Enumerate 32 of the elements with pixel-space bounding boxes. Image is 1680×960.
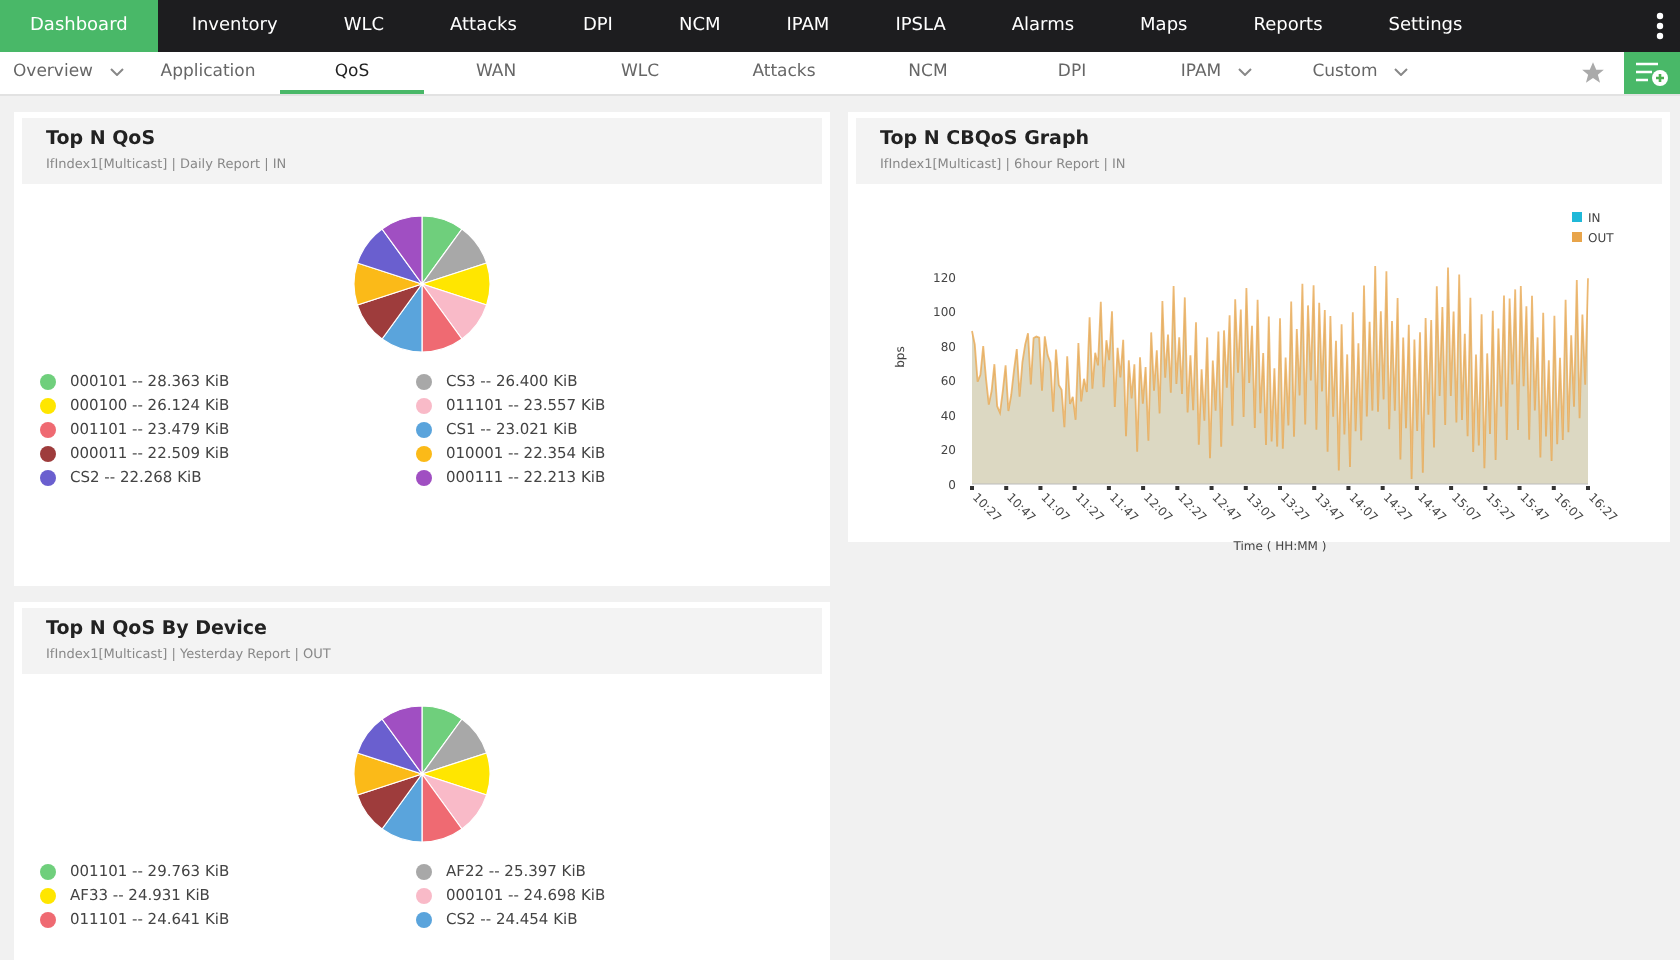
sub-tab[interactable]: Overview [0,52,136,94]
x-tick-mark [1586,486,1590,490]
more-icon[interactable] [1656,12,1664,40]
nav-tab[interactable]: IPSLA [863,0,978,52]
nav-tab[interactable]: Attacks [418,0,549,52]
add-widget-button[interactable] [1624,52,1680,94]
sub-tab[interactable]: IPAM [1144,52,1288,94]
nav-tab[interactable]: Settings [1356,0,1495,52]
nav-tab[interactable]: Alarms [979,0,1107,52]
nav-tab[interactable]: DPI [550,0,645,52]
panel-title: Top N QoS By Device [46,618,269,640]
sub-tab[interactable]: WLC [568,52,712,94]
nav-tab[interactable]: Inventory [159,0,310,52]
sub-tab[interactable]: NCM [856,52,1000,94]
sub-tab[interactable]: WAN [424,52,568,94]
nav-tab[interactable]: NCM [646,0,753,52]
pie-chart-drawing [350,702,494,846]
sub-tab[interactable]: DPI [1000,52,1144,94]
nav-tab[interactable]: IPAM [754,0,862,52]
nav-tab[interactable]: Reports [1221,0,1355,52]
add-list-icon [1634,59,1670,87]
nav-tab[interactable]: WLC [311,0,417,52]
pie-chart-drawing [350,212,494,356]
sub-tab[interactable]: Custom [1288,52,1432,94]
panel-title: Top N QoS [46,128,158,150]
x-tick-mark [970,486,974,490]
panel-title: Top N CBQoS Graph [880,128,1092,150]
star-icon[interactable] [1580,60,1606,86]
nav-tab[interactable]: Maps [1108,0,1220,52]
sub-tab[interactable]: Attacks [712,52,856,94]
sub-tab[interactable]: Application [136,52,280,94]
sub-tab[interactable]: QoS [280,52,424,94]
